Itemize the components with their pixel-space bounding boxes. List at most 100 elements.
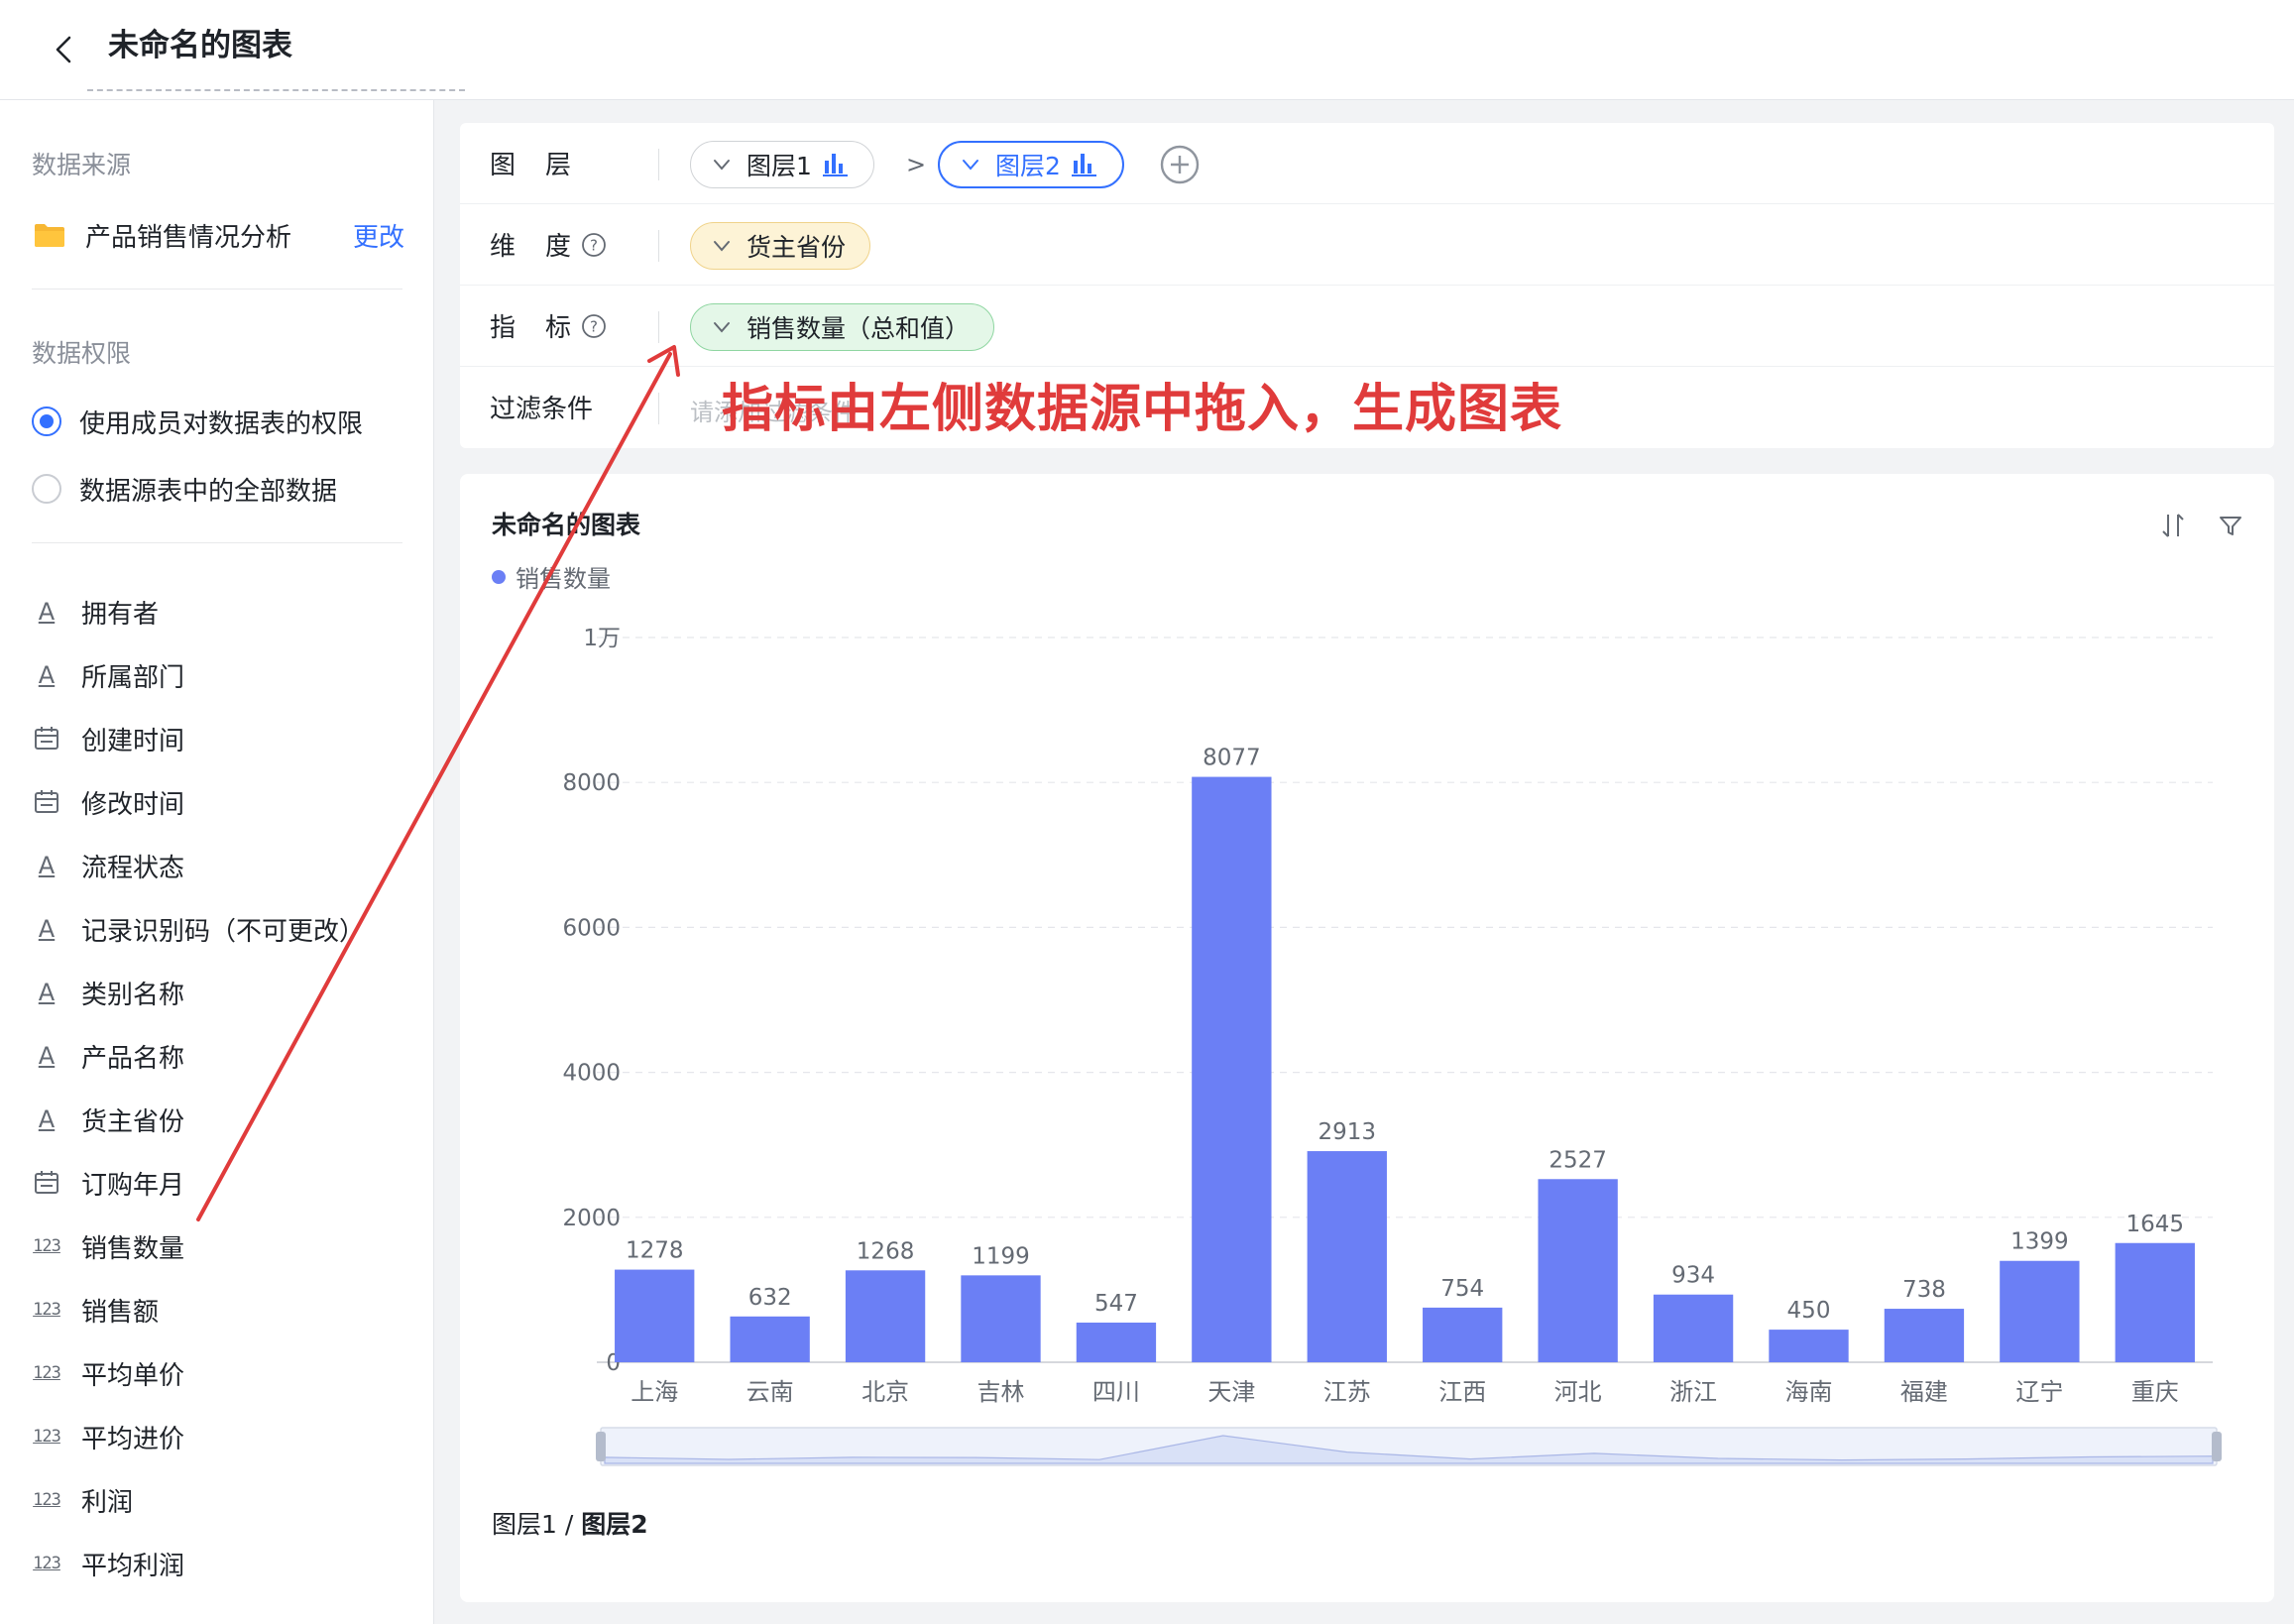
data-source-label: 数据来源 xyxy=(32,151,132,179)
field-label: 类别名称 xyxy=(81,980,185,1010)
bar[interactable] xyxy=(615,1269,695,1362)
data-label: 547 xyxy=(1094,1291,1138,1317)
chart-legend[interactable]: 销售数量 xyxy=(492,559,611,594)
row-separator xyxy=(658,230,659,262)
field-item[interactable]: A 类别名称 xyxy=(32,973,184,1012)
field-item[interactable]: 修改时间 xyxy=(32,782,184,822)
layer-2-label: 图层2 xyxy=(995,152,1061,180)
field-item[interactable]: A 记录识别码（不可更改） xyxy=(32,909,365,949)
x-tick-label: 重庆 xyxy=(2131,1378,2179,1406)
field-item[interactable]: 123 销售额 xyxy=(32,1290,159,1330)
bar-chart-icon xyxy=(822,154,848,176)
calendar-icon xyxy=(32,724,61,754)
number-field-icon: 123 xyxy=(33,1554,61,1573)
legend-dot-icon xyxy=(492,569,506,584)
data-label: 2527 xyxy=(1548,1147,1607,1173)
y-tick-label: 6000 xyxy=(562,915,621,941)
page-title[interactable]: 未命名的图表 xyxy=(108,24,292,67)
bar[interactable] xyxy=(2115,1242,2195,1362)
field-item[interactable]: 123 平均利润 xyxy=(32,1544,184,1583)
field-label: 平均利润 xyxy=(81,1551,185,1581)
filter-icon[interactable] xyxy=(2215,510,2246,541)
data-label: 450 xyxy=(1787,1298,1831,1324)
bar[interactable] xyxy=(961,1275,1041,1362)
text-field-icon: A xyxy=(38,852,56,879)
layer-1-pill[interactable]: 图层1 xyxy=(690,141,874,188)
bar[interactable] xyxy=(1538,1179,1618,1362)
field-item[interactable]: 123 平均单价 xyxy=(32,1353,184,1393)
chevron-down-icon xyxy=(714,241,730,252)
field-item[interactable]: 订购年月 xyxy=(32,1163,184,1203)
x-tick-label: 福建 xyxy=(1900,1378,1948,1406)
x-tick-label: 天津 xyxy=(1207,1378,1255,1406)
field-label: 利润 xyxy=(81,1487,134,1518)
text-field-icon: A xyxy=(38,1042,56,1070)
data-zoom-handle-right[interactable] xyxy=(2212,1432,2222,1461)
layer-label-char: 层 xyxy=(545,151,572,180)
x-tick-label: 海南 xyxy=(1785,1378,1833,1406)
text-field-icon: A xyxy=(38,979,56,1006)
field-item[interactable]: A 货主省份 xyxy=(32,1100,184,1139)
bar[interactable] xyxy=(1423,1307,1503,1362)
permission-option-member[interactable]: 使用成员对数据表的权限 xyxy=(32,402,363,441)
field-item[interactable]: 123 平均进价 xyxy=(32,1417,184,1456)
permission-option-all[interactable]: 数据源表中的全部数据 xyxy=(32,469,337,509)
data-label: 2913 xyxy=(1319,1119,1377,1145)
layer-1-label: 图层1 xyxy=(746,152,812,180)
bar[interactable] xyxy=(1307,1151,1387,1362)
bar[interactable] xyxy=(1884,1309,1965,1362)
help-icon[interactable]: ? xyxy=(581,313,607,339)
bar[interactable] xyxy=(1192,776,1272,1362)
field-label: 订购年月 xyxy=(81,1170,185,1201)
sidebar-divider xyxy=(32,542,402,543)
field-item[interactable]: A 产品名称 xyxy=(32,1036,184,1076)
bar[interactable] xyxy=(1076,1323,1157,1362)
field-label: 流程状态 xyxy=(81,853,185,883)
add-layer-icon[interactable] xyxy=(1160,145,1200,184)
data-source-row: 产品销售情况分析 更改 xyxy=(34,211,404,259)
data-label: 754 xyxy=(1440,1276,1484,1302)
dimension-row: 维度 ? 货主省份 xyxy=(460,204,2274,286)
radio-checked-icon[interactable] xyxy=(32,406,61,436)
help-icon[interactable]: ? xyxy=(581,232,607,258)
metric-pill[interactable]: 销售数量（总和值） xyxy=(690,303,995,351)
chart-card: 0 2000 4000 6000 8000 1万 1278 上海 632 云南 1268 北京 1199… xyxy=(460,474,2274,1602)
text-field-icon: A xyxy=(38,915,56,943)
text-field-icon: A xyxy=(38,598,56,626)
data-label: 1199 xyxy=(972,1243,1030,1269)
field-item[interactable]: 123 销售数量 xyxy=(32,1226,184,1266)
metric-label: 指标 ? xyxy=(490,307,607,344)
bar[interactable] xyxy=(1653,1294,1734,1362)
bar[interactable] xyxy=(2000,1260,2080,1362)
field-label: 所属部门 xyxy=(81,662,185,693)
x-tick-label: 浙江 xyxy=(1669,1378,1717,1406)
change-source-link[interactable]: 更改 xyxy=(353,217,404,254)
layer-breadcrumb-parent[interactable]: 图层1 / xyxy=(492,1510,581,1539)
data-label: 738 xyxy=(1902,1277,1946,1303)
bar[interactable] xyxy=(845,1270,926,1362)
layer-2-pill[interactable]: 图层2 xyxy=(938,141,1124,188)
sort-icon[interactable] xyxy=(2157,510,2189,541)
field-item[interactable]: A 流程状态 xyxy=(32,846,184,885)
back-button[interactable] xyxy=(44,30,83,69)
data-source-sidebar: 数据来源 产品销售情况分析 更改 数据权限 使用成员对数据表的权限 数据源表中的… xyxy=(0,100,434,1624)
sidebar-divider xyxy=(32,289,402,290)
layer-label-char: 图 xyxy=(490,151,516,180)
bar[interactable] xyxy=(730,1316,810,1362)
data-label: 8077 xyxy=(1203,746,1261,771)
chevron-down-icon xyxy=(963,160,978,171)
x-tick-label: 上海 xyxy=(631,1378,678,1406)
field-item[interactable]: 123 利润 xyxy=(32,1480,133,1520)
radio-unchecked-icon[interactable] xyxy=(32,474,61,504)
field-item[interactable]: A 所属部门 xyxy=(32,655,184,695)
chart-toolbar xyxy=(2157,510,2246,541)
dimension-pill[interactable]: 货主省份 xyxy=(690,222,871,270)
field-item[interactable]: 创建时间 xyxy=(32,719,184,758)
number-field-icon: 123 xyxy=(33,1236,61,1256)
text-field-icon: A xyxy=(38,1105,56,1133)
data-zoom-handle-left[interactable] xyxy=(596,1432,606,1461)
bar[interactable] xyxy=(1769,1330,1849,1362)
field-item[interactable]: A 拥有者 xyxy=(32,592,159,632)
legend-label: 销售数量 xyxy=(516,565,611,593)
calendar-icon xyxy=(32,787,61,817)
